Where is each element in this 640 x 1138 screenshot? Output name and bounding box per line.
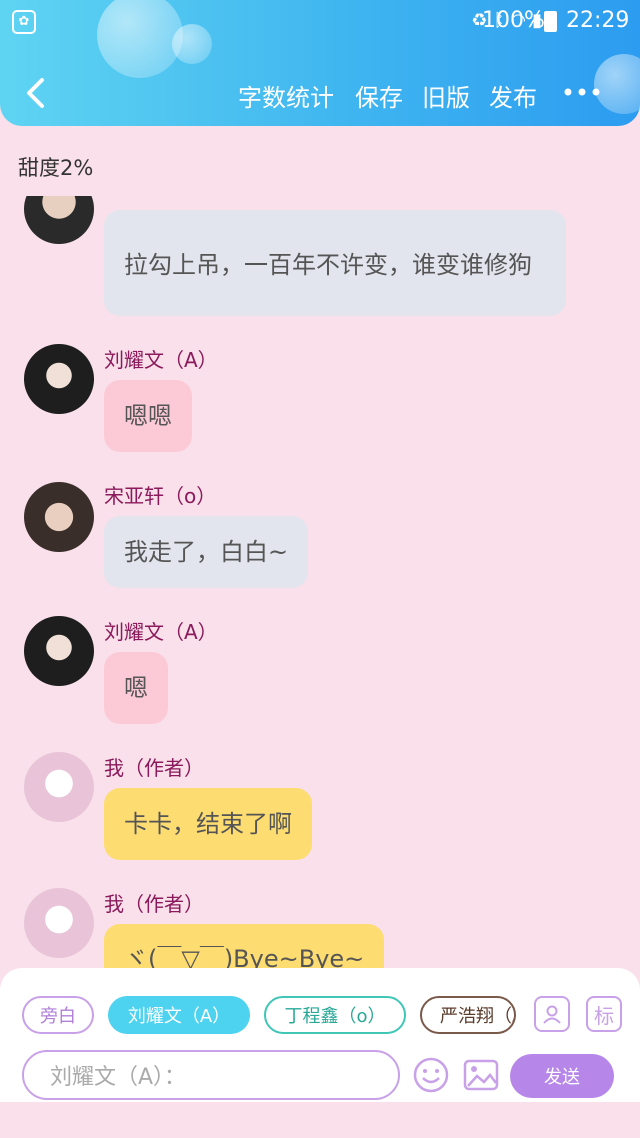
message-bubble[interactable]: 嗯嗯 bbox=[104, 380, 192, 452]
avatar[interactable] bbox=[24, 196, 94, 244]
old-version-button[interactable]: 旧版 bbox=[422, 78, 470, 113]
sender-name: 刘耀文（A） bbox=[104, 348, 218, 372]
character-icon[interactable] bbox=[534, 996, 570, 1032]
clock: 22:29 bbox=[566, 8, 630, 33]
avatar[interactable] bbox=[24, 344, 94, 414]
bottom-strip bbox=[0, 1102, 640, 1138]
chat-list[interactable]: 拉勾上吊，一百年不许变，谁变谁修狗 刘耀文（A） 嗯嗯 宋亚轩（o） 我走了，白… bbox=[0, 196, 640, 968]
chevron-left-icon[interactable] bbox=[22, 76, 50, 110]
top-app-bar: ✿ ♻ᛒ◠▮ 100% 22:29 字数统计 保存 旧版 发布 bbox=[0, 0, 640, 126]
emoji-icon[interactable] bbox=[412, 1056, 450, 1094]
status-bar: ✿ ♻ᛒ◠▮ 100% 22:29 bbox=[0, 0, 640, 44]
role-chip-liu-yaowen[interactable]: 刘耀文（A） bbox=[108, 996, 250, 1034]
message-input[interactable]: 刘耀文（A）： bbox=[22, 1050, 400, 1100]
message-text: 拉勾上吊，一百年不许变，谁变谁修狗 bbox=[124, 251, 532, 279]
message-bubble[interactable]: 卡卡，结束了啊 bbox=[104, 788, 312, 860]
message-bubble[interactable]: ヾ(￣▽￣)Bye~Bye~ bbox=[104, 924, 385, 968]
more-dots-icon[interactable] bbox=[562, 84, 602, 100]
role-chip-yan-haoxiang[interactable]: 严浩翔（A） bbox=[420, 996, 516, 1034]
word-count-button[interactable]: 字数统计 bbox=[238, 78, 334, 113]
role-chip-narration[interactable]: 旁白 bbox=[22, 996, 94, 1034]
battery-icon bbox=[544, 11, 557, 32]
role-chip-ding-chengxin[interactable]: 丁程鑫（o） bbox=[264, 996, 406, 1034]
message-text: ヾ(￣▽￣)Bye~Bye~ bbox=[124, 945, 365, 968]
paw-icon: ✿ bbox=[12, 10, 36, 34]
battery-percent: 100% bbox=[482, 8, 545, 33]
person-icon bbox=[543, 1005, 561, 1024]
sender-name: 我（作者） bbox=[104, 756, 204, 780]
sweetness-label: 甜度2% bbox=[18, 156, 94, 180]
image-icon[interactable] bbox=[462, 1056, 500, 1094]
message-text: 嗯嗯 bbox=[124, 402, 172, 430]
message-text: 我走了，白白~ bbox=[124, 538, 289, 566]
message-text: 嗯 bbox=[124, 674, 148, 702]
tag-button[interactable]: 标 bbox=[586, 996, 622, 1032]
message-bubble[interactable]: 嗯 bbox=[104, 652, 168, 724]
save-button[interactable]: 保存 bbox=[355, 78, 403, 113]
message-bubble[interactable]: 拉勾上吊，一百年不许变，谁变谁修狗 bbox=[104, 210, 566, 316]
message-text: 卡卡，结束了啊 bbox=[124, 810, 292, 838]
publish-button[interactable]: 发布 bbox=[489, 78, 537, 113]
send-button[interactable]: 发送 bbox=[510, 1054, 614, 1098]
sender-name: 宋亚轩（o） bbox=[104, 484, 217, 508]
avatar[interactable] bbox=[24, 616, 94, 686]
avatar[interactable] bbox=[24, 482, 94, 552]
avatar[interactable] bbox=[24, 752, 94, 822]
sender-name: 我（作者） bbox=[104, 892, 204, 916]
sender-name: 刘耀文（A） bbox=[104, 620, 218, 644]
avatar[interactable] bbox=[24, 888, 94, 958]
message-bubble[interactable]: 我走了，白白~ bbox=[104, 516, 309, 588]
